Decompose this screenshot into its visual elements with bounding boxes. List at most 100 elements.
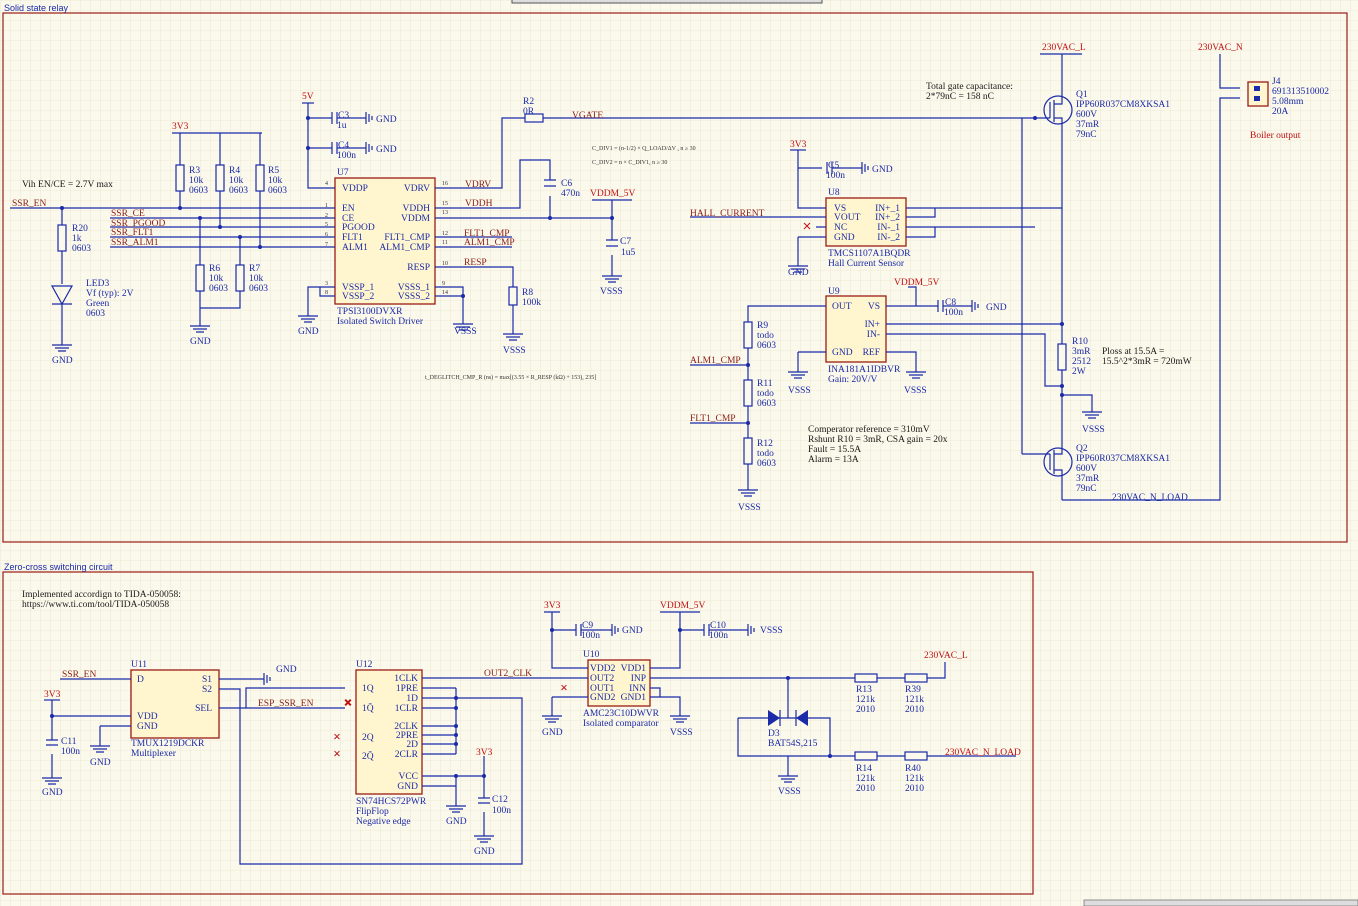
svg-text:OUT2_CLK: OUT2_CLK bbox=[484, 669, 532, 679]
horizontal-scrollbar[interactable] bbox=[1083, 899, 1358, 906]
svg-text:Vih EN/CE = 2.7V max: Vih EN/CE = 2.7V max bbox=[22, 180, 113, 190]
svg-text:100n: 100n bbox=[709, 631, 728, 641]
u12-flipflop[interactable]: U12 SN74HCS72PWR FlipFlop Negative edge … bbox=[355, 660, 427, 827]
svg-text:3V3: 3V3 bbox=[476, 748, 493, 758]
u7-pin-right-4: ALM1_CMP bbox=[379, 243, 430, 253]
u7-pin-left-4: FLT1 bbox=[342, 233, 363, 243]
svg-text:230VAC_L: 230VAC_L bbox=[924, 651, 968, 661]
u10-pin-left-1: OUT2 bbox=[590, 674, 615, 684]
svg-text:SSR_EN: SSR_EN bbox=[12, 199, 46, 209]
svg-text:RESP: RESP bbox=[464, 258, 487, 268]
svg-text:VSSS: VSSS bbox=[503, 346, 526, 356]
r39[interactable]: R39121k2010 bbox=[904, 673, 928, 715]
r11[interactable]: R11todo0603 bbox=[743, 379, 776, 409]
svg-text:VSSS: VSSS bbox=[904, 386, 927, 396]
u12-pin-left-3: 2Q̄ bbox=[362, 750, 374, 762]
svg-text:5.08mm: 5.08mm bbox=[1272, 97, 1304, 107]
svg-text:1u5: 1u5 bbox=[621, 248, 636, 258]
u10-pin-left-3: GND2 bbox=[590, 693, 616, 703]
svg-text:1u: 1u bbox=[337, 121, 347, 131]
svg-text:C5: C5 bbox=[828, 161, 839, 171]
u7-part: TPSI3100DVXR bbox=[337, 307, 403, 317]
svg-text:0603: 0603 bbox=[189, 186, 208, 196]
u7-pin-left-0: VDDP bbox=[342, 184, 368, 194]
svg-text:100n: 100n bbox=[492, 806, 511, 816]
u7-pin-right-3: FLT1_CMP bbox=[384, 233, 430, 243]
u7-driver[interactable]: U7 TPSI3100DVXR Isolated Switch Driver V… bbox=[334, 168, 436, 327]
svg-text:todo: todo bbox=[757, 389, 774, 399]
svg-text:VSSS: VSSS bbox=[778, 787, 801, 797]
svg-text:R10: R10 bbox=[1072, 337, 1088, 347]
svg-text:GND: GND bbox=[542, 728, 563, 738]
svg-text:79nC: 79nC bbox=[1076, 484, 1097, 494]
svg-text:GND: GND bbox=[474, 847, 495, 857]
svg-text:ALM1_CMP: ALM1_CMP bbox=[464, 238, 515, 248]
u9-pin-left-1: GND bbox=[832, 348, 853, 358]
svg-text:VDDM_5V: VDDM_5V bbox=[660, 601, 706, 611]
svg-text:ESP_SSR_EN: ESP_SSR_EN bbox=[258, 699, 314, 709]
svg-text:SSR_CE: SSR_CE bbox=[111, 209, 145, 219]
u12-pin-left-2: 2Q bbox=[362, 733, 374, 743]
svg-text:2010: 2010 bbox=[905, 705, 924, 715]
svg-text:VSSS: VSSS bbox=[600, 287, 623, 297]
svg-text:SSR_ALM1: SSR_ALM1 bbox=[111, 238, 159, 248]
svg-text:C4: C4 bbox=[338, 141, 349, 151]
u10-comparator[interactable]: U10 AMC23C10DWVR Isolated comparator VDD… bbox=[583, 650, 660, 729]
toolbar-tab[interactable] bbox=[511, 0, 823, 4]
svg-text:15.5^2*3mR = 720mW: 15.5^2*3mR = 720mW bbox=[1102, 357, 1192, 367]
svg-text:R5: R5 bbox=[268, 166, 279, 176]
svg-text:VSSS: VSSS bbox=[1082, 425, 1105, 435]
u11-pin-right-0: S1 bbox=[202, 675, 212, 685]
svg-text:IPP60R037CM8XKSA1: IPP60R037CM8XKSA1 bbox=[1076, 100, 1170, 110]
u12-pin-right-6: 2D bbox=[406, 740, 418, 750]
u12-pin-right-9: GND bbox=[397, 782, 418, 792]
svg-text:79nC: 79nC bbox=[1076, 130, 1097, 140]
u12-pin-left-1: 1Q̄ bbox=[362, 702, 374, 714]
svg-text:230VAC_N_LOAD: 230VAC_N_LOAD bbox=[1112, 493, 1188, 503]
svg-text:R2: R2 bbox=[523, 97, 534, 107]
svg-text:todo: todo bbox=[757, 331, 774, 341]
svg-text:R11: R11 bbox=[757, 379, 773, 389]
svg-text:15: 15 bbox=[442, 201, 448, 207]
u7-pin-right-7: VSSS_2 bbox=[398, 292, 430, 302]
svg-text:R40: R40 bbox=[905, 764, 921, 774]
svg-text:3V3: 3V3 bbox=[172, 122, 189, 132]
u9-pin-right-3: REF bbox=[863, 348, 880, 358]
svg-text:230VAC_N_LOAD: 230VAC_N_LOAD bbox=[945, 748, 1021, 758]
svg-text:11: 11 bbox=[442, 240, 448, 246]
svg-text:C12: C12 bbox=[492, 795, 508, 805]
svg-text:0603: 0603 bbox=[268, 186, 287, 196]
svg-text:GND: GND bbox=[42, 788, 63, 798]
svg-text:VDDM_5V: VDDM_5V bbox=[590, 189, 636, 199]
svg-text:600V: 600V bbox=[1076, 464, 1097, 474]
svg-text:SN74HCS72PWR: SN74HCS72PWR bbox=[356, 797, 427, 807]
r12[interactable]: R12todo0603 bbox=[743, 437, 776, 469]
svg-text:VDDM_5V: VDDM_5V bbox=[894, 278, 940, 288]
u8-pin-left-2: NC bbox=[834, 223, 847, 233]
svg-text:Q1: Q1 bbox=[1076, 90, 1088, 100]
svg-text:4: 4 bbox=[325, 181, 328, 187]
svg-text:HALL_CURRENT: HALL_CURRENT bbox=[690, 209, 765, 219]
svg-text:SSR_EN: SSR_EN bbox=[62, 670, 96, 680]
u12-pin-right-2: 1D bbox=[406, 694, 418, 704]
svg-text:todo: todo bbox=[757, 449, 774, 459]
svg-text:C3: C3 bbox=[338, 111, 349, 121]
r13[interactable]: R13121k2010 bbox=[854, 673, 878, 715]
u10-pin-right-0: VDD1 bbox=[621, 664, 647, 674]
svg-text:10k: 10k bbox=[249, 274, 264, 284]
svg-text:121k: 121k bbox=[856, 695, 875, 705]
svg-text:3V3: 3V3 bbox=[544, 601, 561, 611]
svg-text:R20: R20 bbox=[72, 224, 88, 234]
svg-text:C6: C6 bbox=[561, 179, 572, 189]
u8-hall-sensor[interactable]: U8 TMCS1107A1BQDR Hall Current Sensor VS… bbox=[825, 188, 911, 269]
svg-text:0603: 0603 bbox=[229, 186, 248, 196]
u7-pin-left-3: PGOOD bbox=[342, 223, 375, 233]
svg-text:R13: R13 bbox=[856, 685, 872, 695]
u11-pin-left-1: VDD bbox=[137, 712, 158, 722]
schematic-sheet: Solid state relay Zero-cross switching c… bbox=[0, 0, 1358, 906]
u7-desc: Isolated Switch Driver bbox=[337, 317, 424, 327]
svg-text:BAT54S,215: BAT54S,215 bbox=[768, 739, 818, 749]
section-title-zc: Zero-cross switching circuit bbox=[4, 562, 113, 572]
u8-pin-right-2: IN-_1 bbox=[877, 223, 900, 233]
svg-text:U9: U9 bbox=[828, 287, 840, 297]
